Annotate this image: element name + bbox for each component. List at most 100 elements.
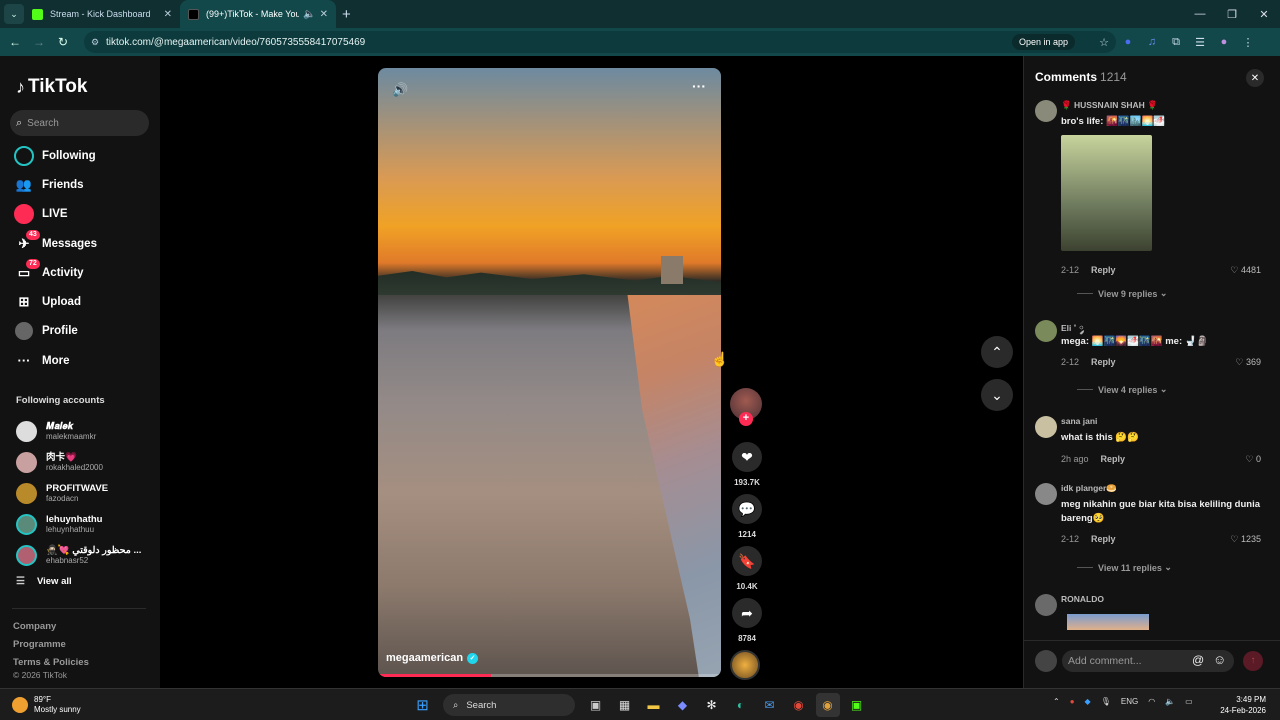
chatgpt-icon[interactable]: ✻ bbox=[700, 693, 724, 717]
wifi-icon[interactable]: ◠ bbox=[1148, 697, 1155, 706]
reply-button[interactable]: Reply bbox=[1091, 357, 1116, 367]
taskbar-search[interactable]: ⌕ Search bbox=[443, 694, 575, 716]
comment-username[interactable]: idk planger🥯 bbox=[1061, 483, 1117, 494]
next-video-button[interactable]: ⌄ bbox=[981, 379, 1013, 411]
extensions-icon[interactable]: ⧉ bbox=[1164, 30, 1188, 54]
reply-button[interactable]: Reply bbox=[1091, 534, 1116, 544]
nav-more[interactable]: ··· More bbox=[14, 346, 154, 375]
avatar[interactable] bbox=[1035, 483, 1057, 505]
comment-sticker-image[interactable] bbox=[1067, 614, 1149, 630]
store-icon[interactable]: ▦ bbox=[613, 693, 637, 717]
task-view-icon[interactable]: ▣ bbox=[584, 693, 608, 717]
tiktok-logo[interactable]: ♪ TikTok bbox=[16, 76, 87, 98]
nav-activity[interactable]: ▭ 72 Activity bbox=[14, 258, 154, 287]
creator-avatar[interactable]: + bbox=[730, 388, 762, 426]
new-tab-button[interactable]: + bbox=[342, 6, 351, 23]
avatar[interactable] bbox=[1035, 320, 1057, 342]
previous-video-button[interactable]: ⌃ bbox=[981, 336, 1013, 368]
mention-icon[interactable]: @ bbox=[1192, 653, 1204, 667]
nav-following[interactable]: Following bbox=[14, 141, 154, 170]
volume-icon[interactable]: 🔊 bbox=[392, 82, 408, 98]
close-comments-button[interactable]: ✕ bbox=[1246, 69, 1264, 87]
account-item[interactable]: 🥷🏻💘 محظور دلوقتي ... ehabnasr52 bbox=[16, 540, 156, 571]
nav-messages[interactable]: ✈ 43 Messages bbox=[14, 229, 154, 258]
forward-icon[interactable]: → bbox=[27, 35, 51, 49]
comment-button[interactable]: 💬 1214 bbox=[730, 494, 764, 539]
send-button[interactable]: ↑ bbox=[1243, 651, 1263, 671]
address-bar[interactable]: ⚙ tiktok.com/@megaamerican/video/7605735… bbox=[84, 31, 1116, 53]
reading-list-icon[interactable]: ☰ bbox=[1188, 30, 1212, 54]
language-indicator[interactable]: ENG bbox=[1121, 697, 1138, 706]
account-item[interactable]: PROFITWAVE fazodacn bbox=[16, 478, 156, 509]
footer-link-company[interactable]: Company bbox=[13, 618, 89, 636]
weather-widget[interactable]: 89°F Mostly sunny bbox=[12, 695, 81, 715]
tray-security-icon[interactable]: ◆ bbox=[1085, 697, 1091, 706]
avatar[interactable] bbox=[1035, 594, 1057, 616]
mute-tab-icon[interactable]: 🔈 bbox=[303, 9, 315, 20]
music-disc-icon[interactable] bbox=[730, 650, 760, 680]
nav-profile[interactable]: Profile bbox=[14, 317, 154, 346]
account-item[interactable]: 𝑴𝒂𝒍𝒆𝒌 malekmaamkr bbox=[16, 416, 156, 447]
bookmark-button[interactable]: 🔖 10.4K bbox=[730, 546, 764, 591]
file-explorer-icon[interactable]: ▬ bbox=[642, 693, 666, 717]
battery-icon[interactable]: ▭ bbox=[1185, 697, 1193, 706]
like-button[interactable]: ❤ 193.7K bbox=[730, 442, 764, 487]
chrome-profile-icon[interactable]: ◉ bbox=[815, 693, 840, 717]
comment-sticker-image[interactable] bbox=[1061, 135, 1152, 251]
edge-icon[interactable]: ◐ bbox=[729, 693, 753, 717]
video-player[interactable]: 🔊 ··· megaamerican ✓ bbox=[378, 68, 721, 677]
comment-like-button[interactable]: ♡ 4481 bbox=[1230, 265, 1261, 276]
kick-app-icon[interactable]: ▣ bbox=[845, 693, 869, 717]
nav-upload[interactable]: ⊞ Upload bbox=[14, 287, 154, 316]
tray-app-icon[interactable]: ● bbox=[1070, 697, 1075, 706]
reply-button[interactable]: Reply bbox=[1101, 454, 1126, 464]
nav-live[interactable]: LIVE bbox=[14, 200, 154, 229]
comment-like-button[interactable]: ♡ 1235 bbox=[1230, 534, 1261, 545]
reply-button[interactable]: Reply bbox=[1091, 265, 1116, 275]
follow-plus-icon[interactable]: + bbox=[739, 412, 753, 426]
microphone-icon[interactable]: 🎙 bbox=[1101, 697, 1111, 706]
avatar[interactable] bbox=[1035, 416, 1057, 438]
share-button[interactable]: ➦ 8784 bbox=[730, 598, 764, 643]
nav-friends[interactable]: 👥 Friends bbox=[14, 170, 154, 199]
bookmark-star-icon[interactable]: ☆ bbox=[1092, 30, 1116, 54]
comment-username[interactable]: RONALDO bbox=[1061, 594, 1104, 604]
minimize-icon[interactable]: — bbox=[1184, 0, 1216, 28]
close-tab-icon[interactable]: ✕ bbox=[164, 9, 172, 20]
view-all-button[interactable]: ☰ View all bbox=[16, 576, 72, 587]
search-input[interactable]: ⌕ Search bbox=[10, 110, 149, 136]
copilot-icon[interactable]: ◆ bbox=[671, 693, 695, 717]
close-tab-icon[interactable]: ✕ bbox=[320, 9, 328, 20]
mail-icon[interactable]: ✉ bbox=[758, 693, 782, 717]
close-window-icon[interactable]: ✕ bbox=[1248, 0, 1280, 28]
reload-icon[interactable]: ↻ bbox=[51, 35, 75, 49]
comment-like-button[interactable]: ♡ 0 bbox=[1245, 454, 1261, 465]
avatar[interactable] bbox=[1035, 100, 1057, 122]
account-item[interactable]: lehuynhathu lehuynhathuu bbox=[16, 509, 156, 540]
browser-menu-icon[interactable]: ⋮ bbox=[1236, 30, 1260, 54]
comment-input[interactable]: Add comment... bbox=[1062, 650, 1234, 672]
view-replies-button[interactable]: View 4 replies ⌄ bbox=[1077, 384, 1167, 395]
footer-link-programme[interactable]: Programme bbox=[13, 636, 89, 654]
windows-start-icon[interactable]: ⊞ bbox=[411, 693, 435, 717]
tab-tiktok[interactable]: (99+)TikTok - Make Your Da 🔈 ✕ bbox=[180, 0, 336, 28]
audio-extension-icon[interactable]: ♫ bbox=[1140, 30, 1164, 54]
tab-kick[interactable]: Stream - Kick Dashboard ✕ bbox=[24, 0, 180, 28]
comment-username[interactable]: sana jani bbox=[1061, 416, 1097, 426]
tray-overflow-icon[interactable]: ⌃ bbox=[1053, 697, 1060, 706]
site-info-icon[interactable]: ⚙ bbox=[91, 37, 99, 48]
more-options-icon[interactable]: ··· bbox=[692, 78, 706, 94]
restore-icon[interactable]: ❐ bbox=[1216, 0, 1248, 28]
profile-avatar-icon[interactable]: ● bbox=[1212, 30, 1236, 54]
extension-icon[interactable]: ● bbox=[1116, 30, 1140, 54]
back-icon[interactable]: ← bbox=[3, 35, 27, 49]
chrome-icon[interactable]: ◉ bbox=[787, 693, 811, 717]
comment-like-button[interactable]: ♡ 369 bbox=[1235, 357, 1261, 368]
speaker-icon[interactable]: 🔈 bbox=[1165, 697, 1175, 706]
tab-search-icon[interactable]: ⌄ bbox=[4, 4, 24, 24]
emoji-icon[interactable]: ☺ bbox=[1213, 652, 1226, 667]
view-replies-button[interactable]: View 9 replies ⌄ bbox=[1077, 288, 1167, 299]
open-in-app-button[interactable]: Open in app bbox=[1012, 34, 1076, 50]
video-progress-bar[interactable] bbox=[378, 674, 721, 677]
view-replies-button[interactable]: View 11 replies ⌄ bbox=[1077, 562, 1172, 573]
